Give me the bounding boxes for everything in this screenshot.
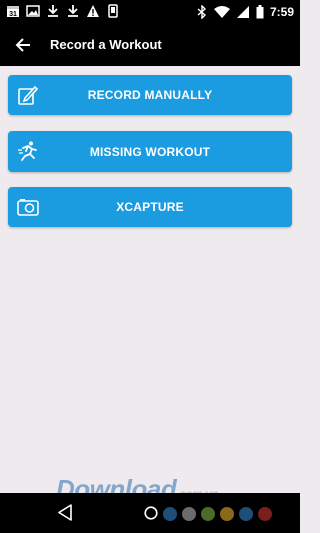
status-time: 7:59 (269, 5, 294, 19)
status-bar-system: 7:59 (196, 4, 294, 20)
download-icon (48, 5, 58, 17)
image-icon (26, 5, 40, 17)
color-dot (182, 507, 196, 521)
arrow-back-icon (15, 38, 30, 52)
missing-workout-label: MISSING WORKOUT (89, 144, 211, 159)
download-icon (68, 5, 78, 17)
nav-home-icon[interactable] (144, 506, 158, 520)
calendar-icon: 31 (7, 6, 19, 18)
status-bar-notifications: 31 (6, 4, 120, 18)
color-dot (239, 507, 253, 521)
workout-options: RECORD MANUALLY MISSING WORKOUT XCAPTURE (8, 75, 292, 243)
signal-icon (236, 6, 249, 18)
app-bar: Record a Workout (0, 24, 300, 66)
record-manually-button[interactable]: RECORD MANUALLY (8, 75, 292, 115)
calendar-day-text: 31 (9, 11, 17, 18)
color-dot (220, 507, 234, 521)
wifi-icon (213, 6, 230, 18)
bluetooth-icon (197, 5, 206, 19)
color-dots (163, 507, 272, 521)
status-bar: 31 7:59 (0, 0, 300, 24)
vibrate-icon (108, 4, 118, 18)
back-button[interactable] (10, 33, 36, 57)
xcapture-button[interactable]: XCAPTURE (8, 187, 292, 227)
color-dot (258, 507, 272, 521)
page-title: Record a Workout (50, 37, 162, 52)
system-nav-bar (0, 493, 300, 533)
xcapture-label: XCAPTURE (116, 200, 184, 214)
warning-icon (87, 5, 99, 17)
nav-back-icon[interactable] (57, 504, 73, 521)
color-dot (163, 507, 177, 521)
missing-workout-button[interactable]: MISSING WORKOUT (8, 131, 292, 172)
color-dot (201, 507, 215, 521)
record-manually-label: RECORD MANUALLY (87, 88, 213, 102)
battery-icon (256, 5, 264, 19)
